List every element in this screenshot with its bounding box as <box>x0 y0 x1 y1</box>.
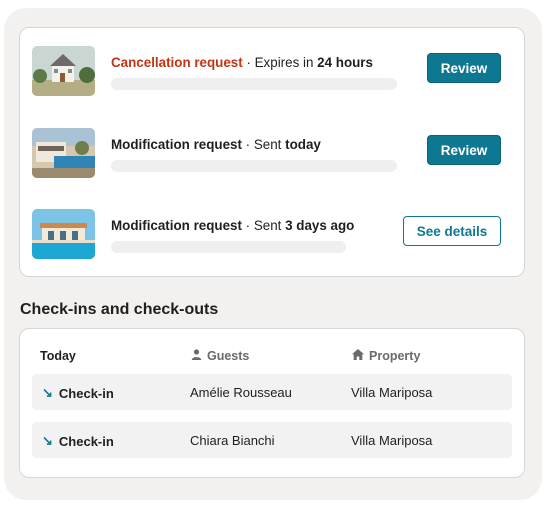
request-title: Modification request · Sent today <box>111 137 321 152</box>
review-button[interactable]: Review <box>427 135 501 165</box>
header-guests-label: Guests <box>207 349 250 363</box>
guest-name: Amélie Rousseau <box>190 385 292 400</box>
header-guests[interactable]: Guests <box>191 349 249 363</box>
arrow-down-right-icon: ↘ <box>42 385 53 400</box>
table-row[interactable]: ↘ Check-in Amélie Rousseau Villa Maripos… <box>32 374 512 410</box>
placeholder-bar <box>111 241 346 253</box>
table-header: Today Guests Property <box>40 349 512 365</box>
checkin-label: Check-in <box>58 433 114 449</box>
guest-name: Chiara Bianchi <box>190 433 275 448</box>
request-item[interactable]: Cancellation request · Expires in 24 hou… <box>20 46 524 116</box>
request-title: Cancellation request · Expires in 24 hou… <box>111 55 373 70</box>
property-name: Villa Mariposa <box>351 385 433 400</box>
requests-card: Cancellation request · Expires in 24 hou… <box>19 27 525 277</box>
request-time: today <box>285 137 321 152</box>
section-title: Check-ins and check-outs <box>20 301 219 318</box>
request-type: Modification request <box>111 137 242 152</box>
request-meta: Sent <box>253 218 282 233</box>
property-name: Villa Mariposa <box>351 433 433 448</box>
request-item[interactable]: Modification request · Sent today Review <box>20 128 524 198</box>
checks-card: Today Guests Property ↘ Check-in Amélie … <box>19 328 525 478</box>
request-type: Cancellation request <box>111 55 243 70</box>
header-today: Today <box>40 349 76 363</box>
placeholder-bar <box>111 160 397 172</box>
request-time: 24 hours <box>317 55 373 70</box>
person-icon <box>191 349 202 363</box>
property-thumbnail <box>32 209 95 259</box>
request-title: Modification request · Sent 3 days ago <box>111 218 355 233</box>
header-property-label: Property <box>369 349 421 363</box>
request-time: 3 days ago <box>285 218 355 233</box>
property-thumbnail <box>32 128 95 178</box>
table-row[interactable]: ↘ Check-in Chiara Bianchi Villa Mariposa <box>32 422 512 458</box>
home-icon <box>352 349 364 363</box>
request-type: Modification request <box>111 218 242 233</box>
checkin-cell: ↘ Check-in <box>42 385 114 401</box>
request-item[interactable]: Modification request · Sent 3 days ago S… <box>20 209 524 279</box>
placeholder-bar <box>111 78 397 90</box>
checkin-label: Check-in <box>58 385 114 401</box>
header-property[interactable]: Property <box>352 349 420 363</box>
property-thumbnail <box>32 46 95 96</box>
review-button[interactable]: Review <box>427 53 501 83</box>
checkin-cell: ↘ Check-in <box>42 433 114 449</box>
arrow-down-right-icon: ↘ <box>42 433 53 448</box>
see-details-button[interactable]: See details <box>403 216 501 246</box>
request-meta: Sent <box>253 137 282 152</box>
request-meta: Expires in <box>254 55 314 70</box>
